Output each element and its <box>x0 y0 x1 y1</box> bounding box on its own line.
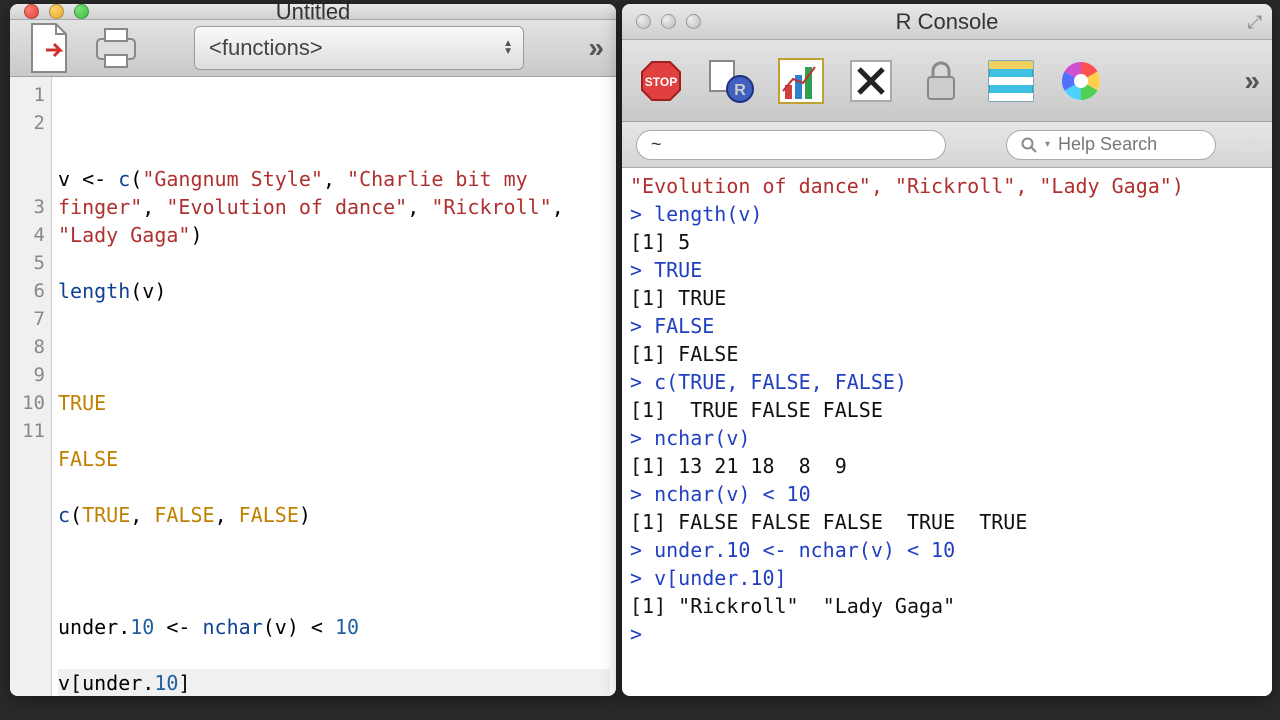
search-icon <box>1021 137 1037 153</box>
help-search-field[interactable]: ▾ Help Search <box>1006 130 1216 160</box>
console-title: R Console <box>622 9 1272 35</box>
fullscreen-icon[interactable]: ⤢ <box>1248 12 1262 33</box>
traffic-lights <box>622 14 701 29</box>
zoom-icon[interactable] <box>686 14 701 29</box>
editor-titlebar[interactable]: Untitled <box>10 4 616 20</box>
toolbar-overflow-icon[interactable]: » <box>588 32 604 64</box>
path-text: ~ <box>651 134 662 155</box>
editor-body: 1234567891011 v <- c("Gangnum Style", "C… <box>10 77 616 696</box>
svg-text:R: R <box>734 82 746 99</box>
working-directory-field[interactable]: ~ <box>636 130 946 160</box>
close-icon[interactable] <box>24 4 39 19</box>
line-gutter: 1234567891011 <box>10 77 52 696</box>
console-window: R Console ⤢ STOP R <box>622 4 1272 696</box>
console-toolbar: STOP R » <box>622 40 1272 122</box>
svg-text:STOP: STOP <box>645 75 677 89</box>
editor-window: Untitled <functions> ▲▼ » 1234567891011 … <box>10 4 616 696</box>
minimize-icon[interactable] <box>661 14 676 29</box>
toolbar-overflow-icon[interactable]: » <box>1244 65 1260 97</box>
close-icon[interactable] <box>636 14 651 29</box>
stop-icon[interactable]: STOP <box>634 54 688 108</box>
help-placeholder: Help Search <box>1058 134 1157 155</box>
status-dot-icon <box>1246 139 1258 151</box>
save-file-icon[interactable] <box>22 20 78 76</box>
color-wheel-icon[interactable] <box>1054 54 1108 108</box>
functions-dropdown[interactable]: <functions> ▲▼ <box>194 26 524 70</box>
console-titlebar[interactable]: R Console ⤢ <box>622 4 1272 40</box>
functions-label: <functions> <box>209 35 323 61</box>
code-area[interactable]: v <- c("Gangnum Style", "Charlie bit my … <box>52 77 616 696</box>
x11-icon[interactable] <box>844 54 898 108</box>
source-icon[interactable]: R <box>704 54 758 108</box>
console-searchbar: ~ ▾ Help Search <box>622 122 1272 168</box>
console-output[interactable]: "Evolution of dance", "Rickroll", "Lady … <box>622 168 1272 696</box>
lock-icon[interactable] <box>914 54 968 108</box>
data-icon[interactable] <box>984 54 1038 108</box>
chart-icon[interactable] <box>774 54 828 108</box>
print-icon[interactable] <box>88 20 144 76</box>
minimize-icon[interactable] <box>49 4 64 19</box>
zoom-icon[interactable] <box>74 4 89 19</box>
editor-toolbar: <functions> ▲▼ » <box>10 20 616 77</box>
traffic-lights <box>10 4 89 19</box>
dropdown-arrows-icon: ▲▼ <box>503 40 513 56</box>
